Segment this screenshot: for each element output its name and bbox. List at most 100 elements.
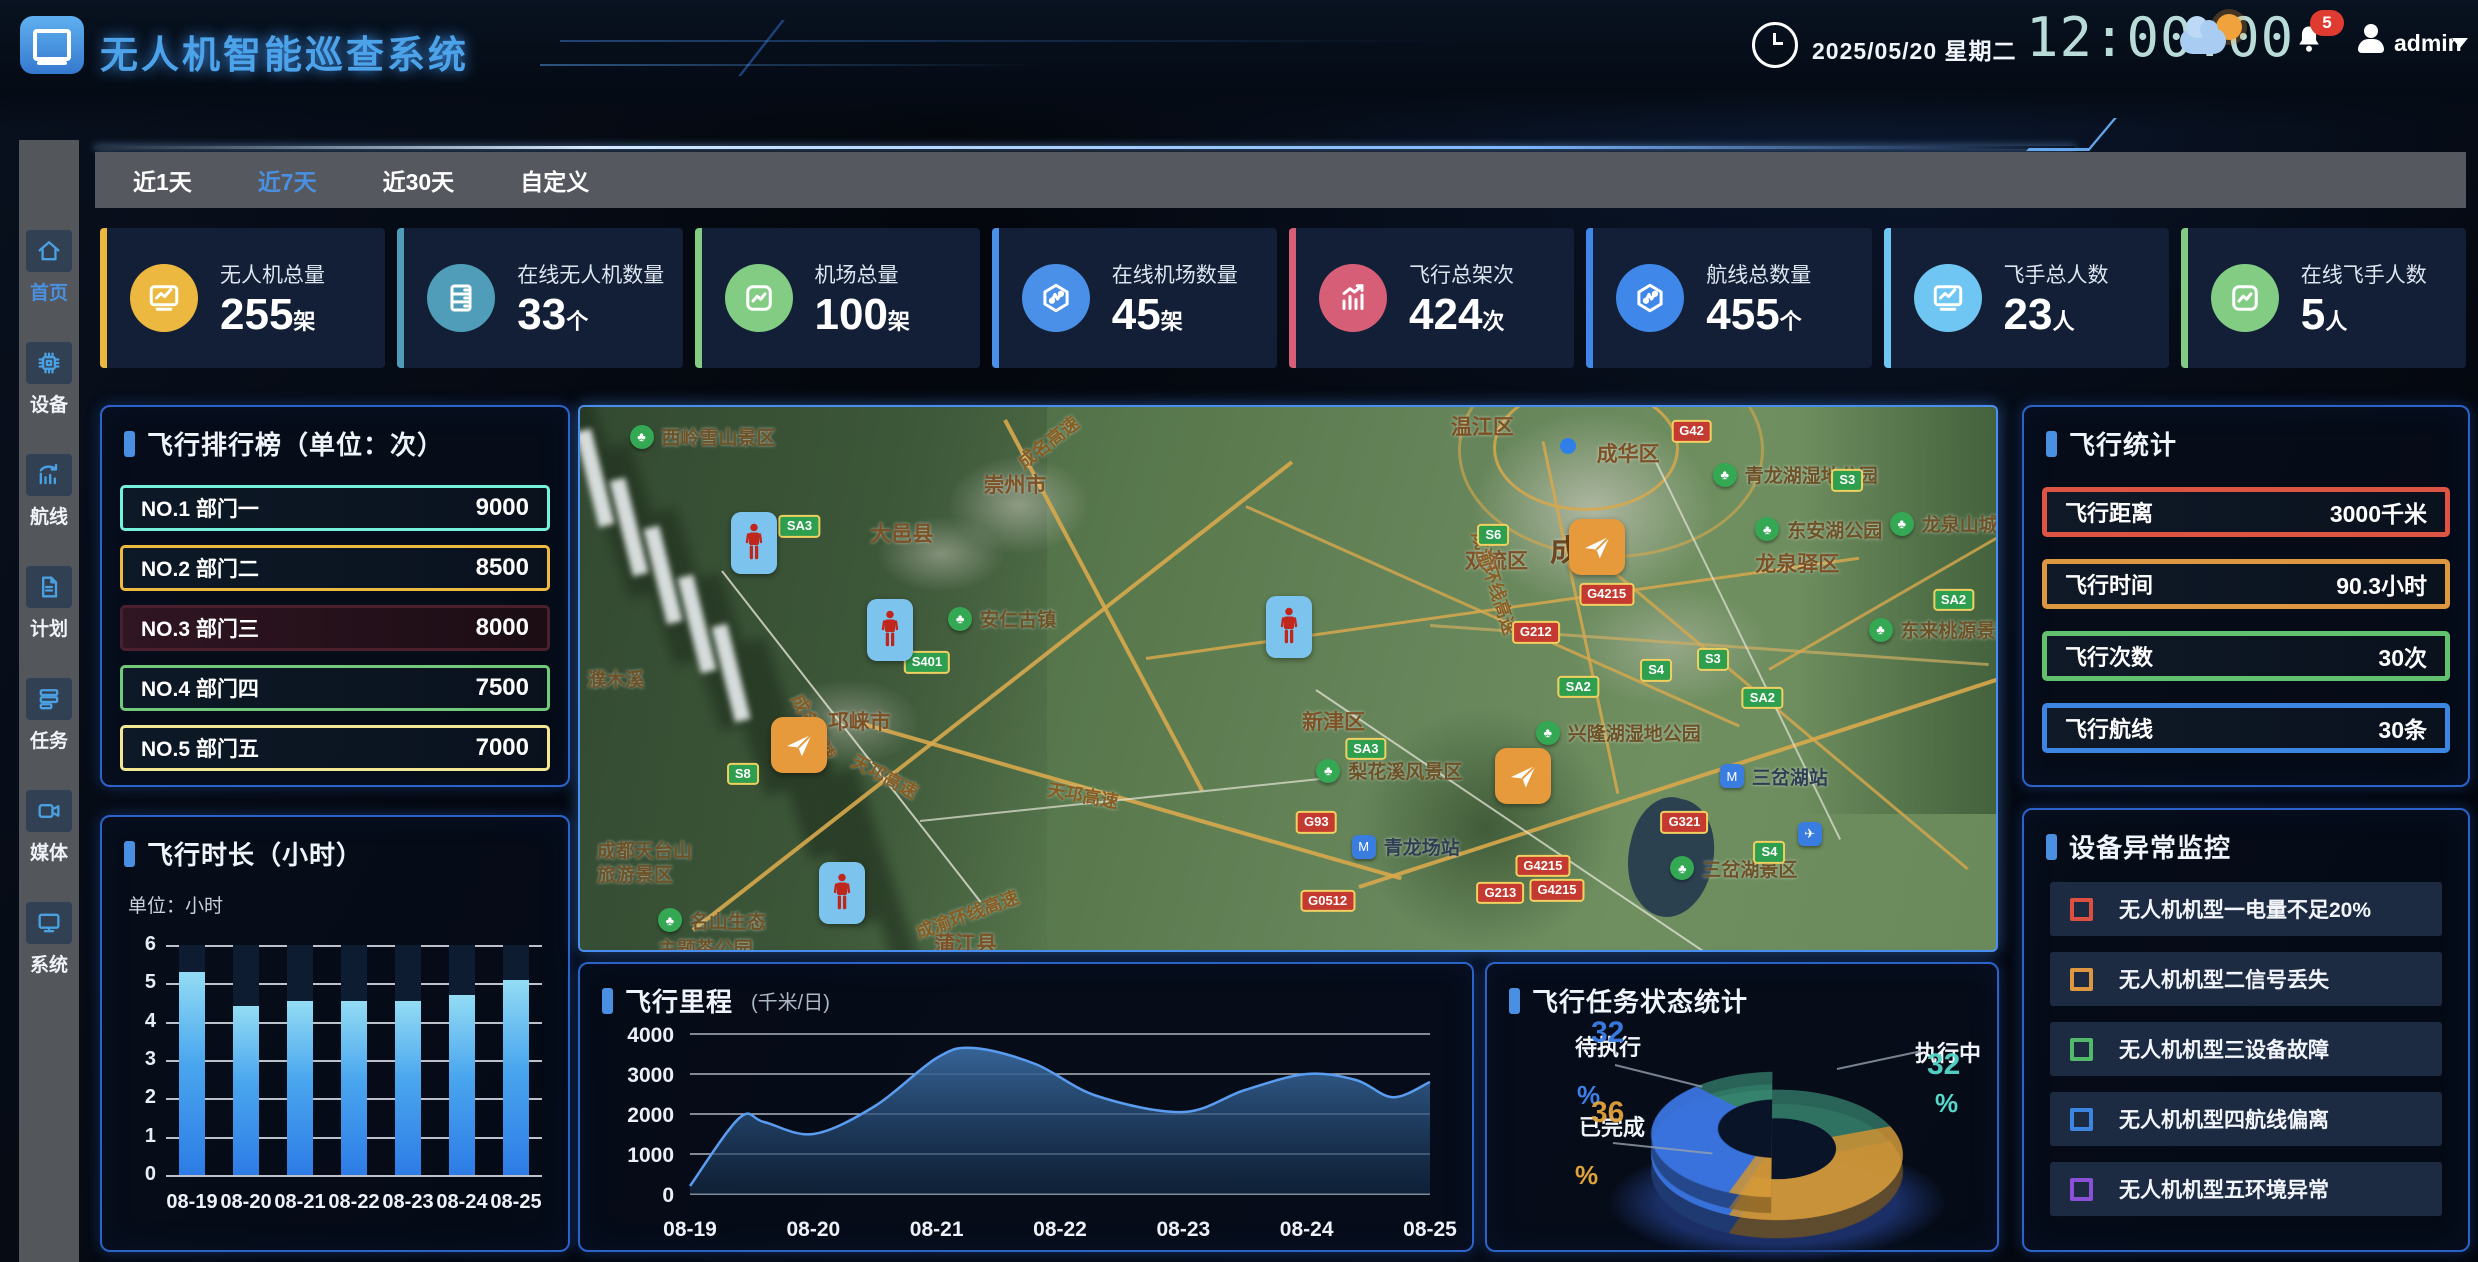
park-pin-icon: ♣ (1316, 759, 1340, 783)
card-text: 在线机场数量45架 (1112, 259, 1238, 337)
user-avatar-icon[interactable] (2356, 22, 2386, 56)
map-marker-pilot[interactable] (867, 599, 913, 661)
sidebar-item-label: 首页 (19, 278, 79, 305)
svg-text:08-19: 08-19 (663, 1218, 717, 1241)
map-poi-pin: ♣ 龙泉山城市森林公园 (1890, 510, 1998, 537)
flight-stat-label: 飞行航线 (2065, 712, 2153, 744)
task-slice-value: 32 (1591, 1016, 1624, 1050)
card-accent (1586, 228, 1593, 368)
map-marker-drone[interactable] (771, 717, 827, 773)
sidebar-item-设备[interactable]: 设备 (19, 326, 79, 438)
card-text: 飞手总人数23人 (2004, 259, 2109, 337)
map-poi-pin: ♣东来桃源景区 (1869, 616, 1998, 643)
monitor-icon (35, 909, 63, 937)
stat-card: 在线机场数量45架 (992, 228, 1277, 368)
road-badge: SA2 (1742, 686, 1783, 708)
map-label: 旅游景区 (597, 860, 673, 887)
svg-text:2000: 2000 (627, 1104, 674, 1127)
card-text: 无人机总量255架 (220, 259, 325, 337)
sidebar-item-计划[interactable]: 计划 (19, 550, 79, 662)
map-poi-label: 安仁古镇 (980, 605, 1056, 632)
bar (341, 1001, 367, 1175)
panel-marker (1509, 988, 1520, 1014)
sidebar-item-任务[interactable]: 任务 (19, 662, 79, 774)
task-slice-value: 32 (1927, 1048, 1960, 1082)
map-poi-pin: 主题茶公园 (658, 934, 753, 952)
card-value: 23人 (2004, 293, 2109, 337)
stat-card: 无人机总量255架 (100, 228, 385, 368)
drone-plane-icon (782, 728, 816, 762)
tab-自定义[interactable]: 自定义 (520, 163, 589, 197)
card-value: 45架 (1112, 293, 1238, 337)
bar (449, 995, 475, 1175)
map-poi-label: 东安湖公园 (1787, 516, 1882, 543)
sidebar-item-label: 媒体 (19, 838, 79, 865)
card-accent (100, 228, 107, 368)
ranking-name: NO.1 部门一 (141, 493, 259, 523)
header-decoration (560, 40, 1460, 42)
park-pin-icon: ♣ (1890, 512, 1914, 536)
hexagon-node-icon (1038, 280, 1074, 316)
map-marker-drone[interactable] (1495, 748, 1551, 804)
svg-text:08-23: 08-23 (1156, 1218, 1210, 1241)
pilot-icon (1274, 605, 1304, 649)
task-slice-value: 36 (1591, 1096, 1624, 1130)
road-badge: S4 (1753, 841, 1785, 863)
card-icon-circle (725, 264, 793, 332)
map-poi-pin: ♣梨花溪风景区 (1316, 757, 1462, 784)
road-badge: G0512 (1300, 890, 1355, 912)
bar (179, 972, 205, 1175)
panel-unit-note: (千米/日) (751, 986, 830, 1015)
ranking-name: NO.5 部门五 (141, 733, 259, 763)
map-poi-label: 西岭雪山景区 (662, 423, 776, 450)
header-decoration (540, 64, 1040, 66)
alert-status-icon (2070, 968, 2093, 991)
sidebar-item-媒体[interactable]: 媒体 (19, 774, 79, 886)
svg-text:3000: 3000 (627, 1064, 674, 1087)
task-donut-chart (1652, 1022, 1902, 1242)
tab-近1天[interactable]: 近1天 (133, 163, 192, 197)
card-text: 在线无人机数量33个 (517, 259, 664, 337)
ranking-name: NO.2 部门二 (141, 553, 259, 583)
svg-text:08-20: 08-20 (786, 1218, 840, 1241)
map-marker-pilot[interactable] (1266, 596, 1312, 658)
airport-pin-icon: ✈ (1798, 822, 1822, 846)
svg-text:08-22: 08-22 (1033, 1218, 1087, 1241)
card-icon-circle (427, 264, 495, 332)
alert-row: 无人机机型三设备故障 (2050, 1022, 2442, 1076)
duration-bar-chart: 012345608-1908-2008-2108-2208-2308-2408-… (102, 817, 568, 1250)
map-poi-label: 主题茶公园 (658, 934, 753, 952)
map-label: 邛崃市 (828, 706, 891, 736)
tab-近30天[interactable]: 近30天 (383, 163, 455, 197)
x-tick-label: 08-25 (476, 1191, 556, 1214)
road-badge: G42 (1671, 420, 1712, 442)
map-poi-pin: M三岔湖站 (1720, 763, 1828, 790)
tab-近7天[interactable]: 近7天 (258, 163, 317, 197)
alert-status-icon (2070, 1108, 2093, 1131)
flight-duration-panel: 飞行时长（小时） 单位：小时 012345608-1908-2008-2108-… (100, 815, 570, 1252)
task-status-panel: 飞行任务状态统计 待执行32%已完成36%执行中32% (1485, 962, 1999, 1252)
chip-icon (26, 342, 72, 384)
document-icon (26, 566, 72, 608)
sidebar-item-航线[interactable]: 航线 (19, 438, 79, 550)
ranking-row: NO.5 部门五7000 (120, 725, 550, 771)
chevron-down-icon[interactable] (2452, 38, 2468, 48)
map-poi-label: 龙泉山城市森林公园 (1922, 510, 1998, 537)
map-marker-pilot[interactable] (819, 862, 865, 924)
map-poi-pin: ♣安仁古镇 (948, 605, 1056, 632)
media-icon (35, 797, 63, 825)
header-date: 2025/05/20 星期二 (1812, 32, 2017, 66)
road-badge: S3 (1697, 648, 1729, 670)
sidebar-item-系统[interactable]: 系统 (19, 886, 79, 998)
card-label: 在线无人机数量 (517, 259, 664, 289)
road-badge: SA3 (1345, 738, 1386, 760)
road-badge: SA2 (1933, 589, 1974, 611)
sidebar-item-首页[interactable]: 首页 (19, 214, 79, 326)
map-marker-drone[interactable] (1569, 519, 1625, 575)
map-marker-pilot[interactable] (731, 512, 777, 574)
stat-card: 机场总量100架 (695, 228, 980, 368)
map-road-name: 天邛高速 (1046, 776, 1121, 814)
map-poi-pin: ✈ (1798, 822, 1822, 846)
y-tick-label: 5 (116, 971, 156, 994)
map-view[interactable]: 温江区成华区崇州市大邑县双流区成都龙泉驿区邛崃市新津区蒲江县成都天台山旅游景区濮… (578, 405, 1998, 952)
